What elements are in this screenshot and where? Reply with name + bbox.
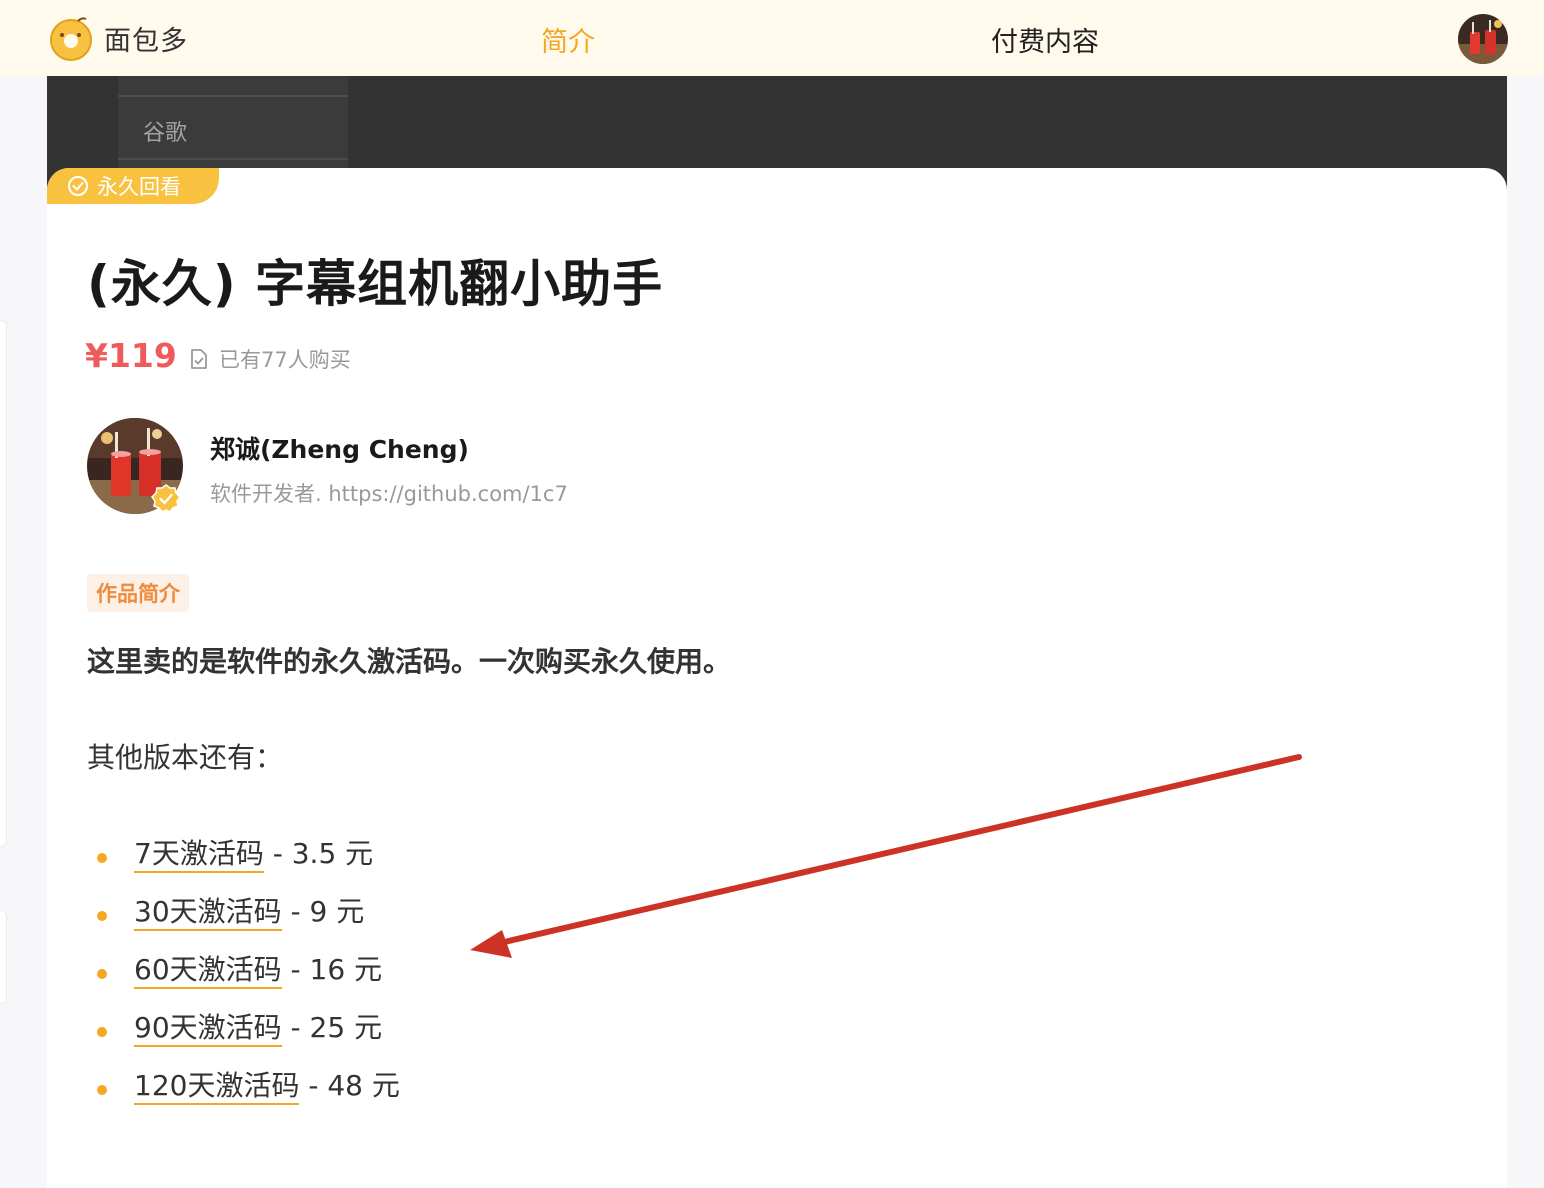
verified-badge-icon: [151, 484, 181, 513]
bullet-dot: [97, 1027, 107, 1037]
badge-label: 永久回看: [97, 175, 181, 199]
permanent-replay-badge: 永久回看: [47, 168, 219, 204]
version-link-90-day[interactable]: 90天激活码: [134, 1011, 282, 1047]
buyer-count-text: 已有77人购买: [219, 348, 351, 372]
version-link-60-day[interactable]: 60天激活码: [134, 953, 282, 989]
user-avatar[interactable]: [1458, 14, 1508, 64]
left-side-panel-edge: [0, 910, 7, 1004]
product-price: ¥119: [85, 336, 177, 375]
list-item: 90天激活码 - 25 元: [87, 1006, 400, 1064]
brand-name: 面包多: [104, 25, 188, 57]
author-name[interactable]: 郑诚(Zheng Cheng): [210, 430, 469, 466]
version-list: 7天激活码 - 3.5 元 30天激活码 - 9 元 60天激活码 - 16 元…: [87, 832, 400, 1122]
cover-divider: [118, 95, 348, 97]
list-item: 30天激活码 - 9 元: [87, 890, 400, 948]
top-nav-bar: 面包多 简介 付费内容: [0, 0, 1544, 76]
list-item: 120天激活码 - 48 元: [87, 1064, 400, 1122]
product-title: (永久) 字幕组机翻小助手: [87, 255, 664, 313]
description-lead: 这里卖的是软件的永久激活码。一次购买永久使用。: [87, 645, 732, 678]
section-label: 作品简介: [87, 574, 189, 612]
donut-logo-icon: [50, 17, 92, 61]
version-price: - 9 元: [281, 895, 365, 928]
version-price: - 48 元: [299, 1069, 400, 1102]
user-avatar-image: [1458, 14, 1508, 64]
version-link-30-day[interactable]: 30天激活码: [134, 895, 282, 931]
version-link-120-day[interactable]: 120天激活码: [134, 1069, 300, 1105]
list-item: 7天激活码 - 3.5 元: [87, 832, 400, 890]
other-versions-label: 其他版本还有：: [87, 741, 284, 774]
version-price: - 25 元: [281, 1011, 383, 1044]
left-side-panel-edge: [0, 320, 7, 847]
version-price: - 16 元: [281, 953, 383, 986]
bullet-dot: [97, 969, 107, 979]
bullet-dot: [97, 1085, 107, 1095]
version-link-7-day[interactable]: 7天激活码: [134, 837, 264, 873]
buyer-count: 已有77人购买: [189, 344, 351, 374]
list-item: 60天激活码 - 16 元: [87, 948, 400, 1006]
cover-divider: [118, 158, 348, 160]
tab-paid-content[interactable]: 付费内容: [991, 20, 1099, 59]
bullet-dot: [97, 853, 107, 863]
version-price: - 3.5 元: [263, 837, 374, 870]
document-check-icon: [191, 349, 207, 369]
product-card: 永久回看 (永久) 字幕组机翻小助手 ¥119 已有77人购买 郑诚(Zheng…: [47, 168, 1507, 1188]
check-circle-icon: [68, 176, 88, 196]
tab-intro[interactable]: 简介: [541, 20, 595, 59]
bullet-dot: [97, 911, 107, 921]
cover-menu-item: 谷歌: [143, 121, 188, 146]
author-bio: 软件开发者. https://github.com/1c7: [210, 482, 568, 506]
brand-logo[interactable]: 面包多: [48, 15, 188, 61]
